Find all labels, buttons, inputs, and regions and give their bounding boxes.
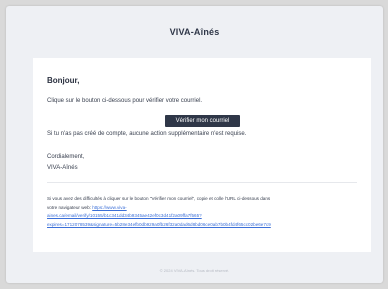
- closing-text: Cordialement,: [47, 154, 85, 160]
- verify-url-link-part-2[interactable]: aines.ca/email/verify/10155/b1c341dd34b9…: [47, 213, 202, 218]
- fallback-line-3: aines.ca/email/verify/10155/b1c341dd34b9…: [47, 212, 365, 221]
- fallback-line-2: votre navigateur web: https://www.viva-: [47, 204, 365, 213]
- fallback-instructions: Si vous avez des difficultés à cliquer s…: [47, 195, 365, 229]
- footer-copyright: © 2024 VIVA-Aînés. Tous droit réservé.: [159, 268, 230, 273]
- signature: VIVA-Aînés: [47, 165, 78, 171]
- no-account-note: Si tu n'as pas créé de compte, aucune ac…: [47, 131, 247, 137]
- divider: [47, 182, 357, 183]
- intro-text: Clique sur le bouton ci-dessous pour vér…: [47, 98, 203, 104]
- email-card: Bonjour, Clique sur le bouton ci-dessous…: [33, 58, 371, 252]
- brand-header: VIVA-Aînés: [169, 27, 220, 37]
- greeting: Bonjour,: [47, 76, 80, 85]
- fallback-text-2: votre navigateur web:: [47, 204, 91, 210]
- verify-url-link-part-1[interactable]: https://www.viva-: [92, 205, 126, 210]
- fallback-line-4: expires=1712078539&signature=5b28e34efb0…: [47, 221, 365, 230]
- email-page: VIVA-Aînés Bonjour, Clique sur le bouton…: [6, 6, 383, 283]
- verify-url-link-part-3[interactable]: expires=1712078539&signature=5b28e34efb0…: [47, 222, 271, 227]
- fallback-text: Si vous avez des difficultés à cliquer s…: [47, 196, 271, 201]
- verify-email-button[interactable]: Vérifier mon courriel: [165, 115, 240, 127]
